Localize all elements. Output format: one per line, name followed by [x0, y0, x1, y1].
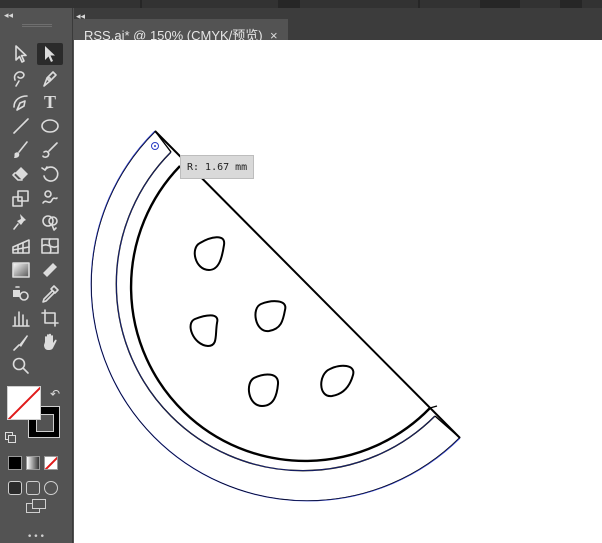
puppet-warp-tool[interactable]: [8, 211, 34, 233]
artboard-icon: [41, 309, 59, 327]
gradient-icon: [12, 262, 30, 278]
curvature-tool[interactable]: [8, 91, 34, 113]
magic-wand-icon: [13, 71, 25, 87]
color-mode-row: [8, 456, 58, 470]
ellipse-tool[interactable]: [37, 115, 63, 137]
seeds-group: [189, 236, 355, 408]
eyedropper-tool[interactable]: [37, 283, 63, 305]
curvature-icon: [13, 95, 28, 111]
rind-inner-selection: [116, 151, 436, 471]
seed[interactable]: [189, 314, 219, 348]
seed[interactable]: [193, 236, 226, 272]
type-icon: T: [43, 91, 56, 112]
warp-icon: [42, 190, 58, 204]
hand-tool[interactable]: [37, 331, 63, 353]
arrow-outline-icon: [15, 45, 27, 63]
color-mode-button[interactable]: [8, 456, 22, 470]
pen-icon: [43, 71, 57, 87]
scale-tool[interactable]: [8, 187, 34, 209]
line-icon: [13, 118, 29, 134]
control-bar: [0, 0, 602, 8]
rotate-tool[interactable]: [37, 163, 63, 185]
artboard-canvas[interactable]: R: 1.67 mm: [74, 40, 602, 543]
shape-builder-tool[interactable]: [37, 211, 63, 233]
control-bar-divider: [140, 0, 142, 8]
measurement-tooltip: R: 1.67 mm: [180, 155, 255, 179]
gradient-tool[interactable]: [8, 259, 34, 281]
collapse-panel-icon[interactable]: ◂◂: [4, 11, 13, 21]
watermelon-artwork[interactable]: [74, 40, 602, 543]
rotate-icon: [41, 166, 59, 182]
symbol-sprayer-icon: [13, 286, 29, 301]
document-tab-bar: ◂◂ RSS.ai* @ 150% (CMYK/预览) ×: [74, 8, 602, 50]
perspective-grid-icon: [12, 239, 30, 254]
gradient-mode-button[interactable]: [26, 456, 40, 470]
seed[interactable]: [247, 373, 279, 408]
rind-outer-black: [91, 131, 460, 501]
column-graph-icon: [12, 311, 30, 327]
eraser-tool[interactable]: [8, 163, 34, 185]
pin-icon: [13, 214, 26, 230]
fill-swatch-none[interactable]: [7, 386, 41, 420]
warp-tool[interactable]: [37, 187, 63, 209]
slice-icon: [13, 335, 28, 351]
paintbrush-tool[interactable]: [8, 139, 34, 161]
swap-fill-stroke-icon[interactable]: ↶: [50, 387, 60, 401]
control-bar-divider: [418, 0, 420, 8]
blob-brush-icon: [42, 142, 58, 158]
zoom-tool[interactable]: [8, 355, 34, 377]
symbol-sprayer-tool[interactable]: [8, 283, 34, 305]
rind-outer-path[interactable]: [90, 130, 461, 502]
tools-panel: ◂◂ T ↶ •••: [0, 8, 73, 543]
magic-wand-tool[interactable]: [8, 67, 34, 89]
control-bar-field[interactable]: [278, 0, 300, 8]
eraser-icon: [12, 167, 28, 181]
ruler-icon: [43, 263, 57, 277]
flesh-path[interactable]: [129, 165, 431, 463]
scale-icon: [12, 190, 29, 207]
slice-tool[interactable]: [8, 331, 34, 353]
perspective-grid-tool[interactable]: [8, 235, 34, 257]
zoom-icon: [12, 357, 29, 374]
rind-inner-path[interactable]: [115, 151, 436, 472]
ellipse-icon: [41, 119, 59, 133]
drawing-mode-row: [8, 481, 58, 495]
control-bar-field[interactable]: [480, 0, 520, 8]
selection-tool[interactable]: [8, 43, 34, 65]
blob-brush-tool[interactable]: [37, 139, 63, 161]
artboard-tool[interactable]: [37, 307, 63, 329]
direct-selection-tool[interactable]: [37, 43, 63, 65]
line-tool[interactable]: [8, 115, 34, 137]
eyedropper-tool-alt[interactable]: [37, 259, 63, 281]
seed[interactable]: [254, 300, 287, 333]
panel-grip[interactable]: [22, 24, 52, 27]
eyedropper-icon: [42, 285, 59, 303]
type-tool[interactable]: T: [37, 91, 63, 113]
pen-tool[interactable]: [37, 67, 63, 89]
none-mode-button[interactable]: [44, 456, 58, 470]
shape-builder-icon: [42, 215, 58, 231]
seed[interactable]: [320, 364, 355, 398]
mesh-tool[interactable]: [37, 235, 63, 257]
draw-behind-button[interactable]: [26, 481, 40, 495]
control-bar-field[interactable]: [560, 0, 582, 8]
tooltip-text: R: 1.67 mm: [187, 161, 248, 173]
screen-mode-button[interactable]: [26, 499, 48, 513]
fill-stroke-controls: ↶: [4, 386, 64, 448]
hand-icon: [44, 333, 57, 350]
more-tools-icon[interactable]: •••: [27, 532, 46, 542]
anchor-point-dot: [154, 145, 156, 147]
graph-tool[interactable]: [8, 307, 34, 329]
arrow-filled-icon: [45, 46, 55, 62]
draw-inside-button[interactable]: [44, 481, 58, 495]
default-colors-icon[interactable]: [5, 432, 17, 444]
paintbrush-icon: [14, 141, 28, 158]
mesh-icon: [41, 238, 59, 254]
draw-normal-button[interactable]: [8, 481, 22, 495]
